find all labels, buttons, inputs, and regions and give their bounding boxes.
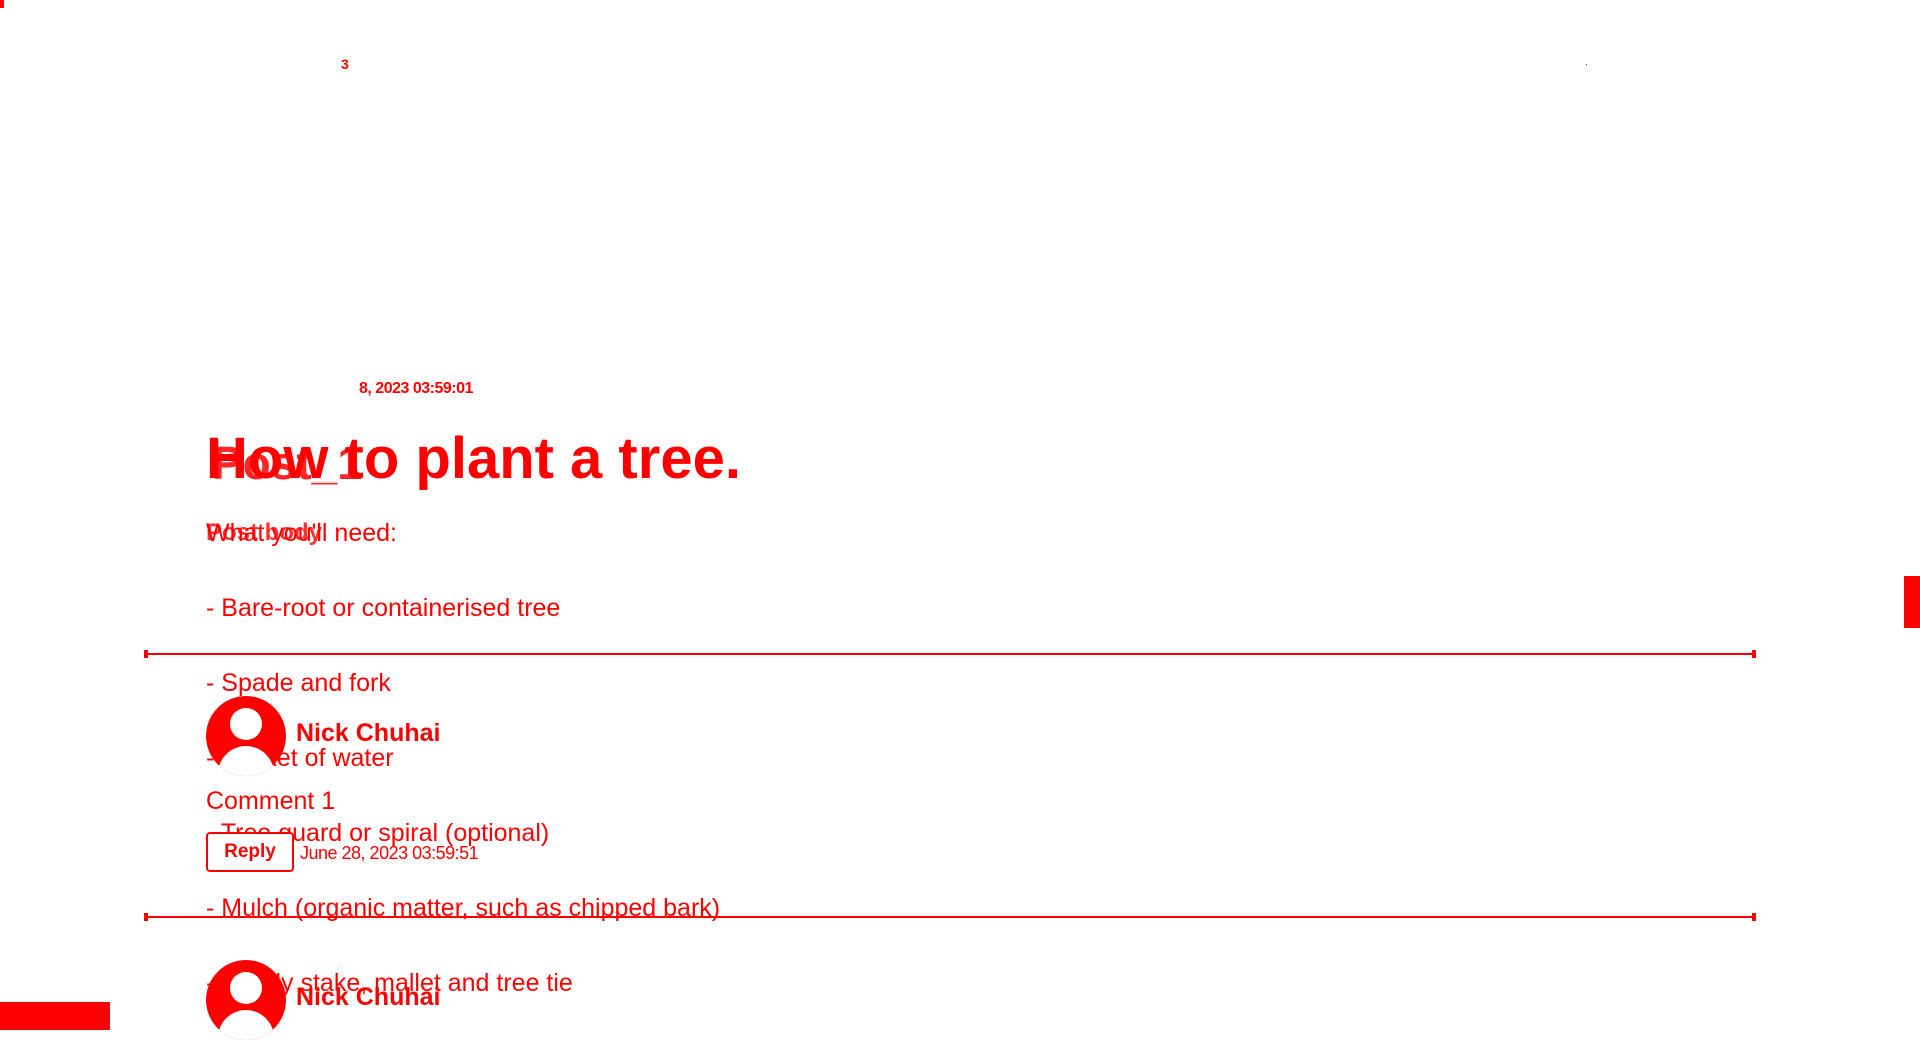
post-title: How to plant a tree.: [206, 426, 741, 491]
post-body-line: What you'll need:: [206, 519, 397, 547]
reply-button[interactable]: Reply: [206, 832, 294, 872]
comment-author: Nick Chuhai: [296, 719, 441, 747]
comment-divider: [144, 913, 1756, 921]
post-body-line: - Bare-root or containerised tree: [206, 594, 561, 622]
avatar-head: [230, 708, 262, 740]
post-body-line: - Spade and fork: [206, 669, 391, 697]
comment-author: Nick Chuhai: [296, 983, 441, 1011]
scrollbar-thumb[interactable]: [1904, 576, 1920, 628]
avatar-shoulders: [218, 746, 274, 776]
comment-date: June 28, 2023 03:59:51: [300, 843, 479, 863]
post-body-line: - Mulch (organic matter, such as chipped…: [206, 894, 721, 922]
avatar: [206, 696, 286, 776]
decorative-dot: [1586, 64, 1587, 65]
avatar-head: [230, 972, 262, 1004]
notification-badge: 3: [341, 56, 349, 72]
avatar-shoulders: [218, 1010, 274, 1040]
avatar: [206, 960, 286, 1040]
bottom-bar: [0, 1002, 110, 1030]
post-date: 8, 2023 03:59:01: [359, 380, 473, 397]
comment-divider: [144, 650, 1756, 658]
comment-text: Comment 1: [206, 787, 336, 815]
corner-marker: [0, 0, 4, 8]
